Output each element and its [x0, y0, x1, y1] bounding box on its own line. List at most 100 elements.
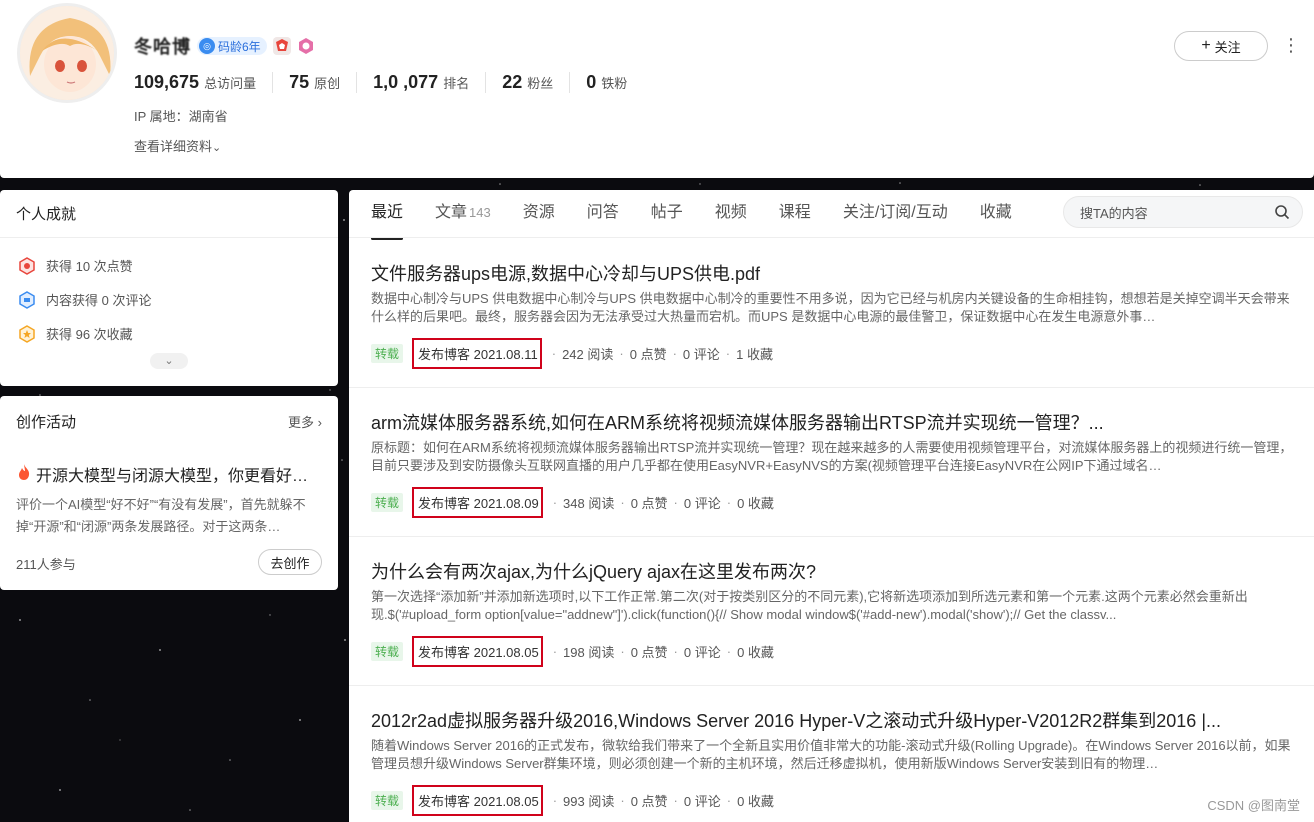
tab-favorites[interactable]: 收藏	[980, 202, 1012, 228]
repost-tag: 转载	[371, 493, 404, 512]
article-title[interactable]: 为什么会有两次ajax,为什么jQuery ajax在这里发布两次?	[371, 558, 1301, 584]
read-count: 348 阅读	[563, 496, 615, 511]
activity-participants: 211人参与	[16, 557, 76, 572]
profile-header: 冬哈博 ◎ 码龄6年 109,675 总访问量 75 原创 1,0 ,077 排…	[0, 0, 1314, 178]
article-description: 第一次选择“添加新”并添加新选项时,以下工作正常.第二次(对于按类别区分的不同元…	[371, 589, 1248, 622]
tab-videos[interactable]: 视频	[715, 202, 747, 228]
stat-value: 109,675	[134, 72, 200, 92]
stat-value: 22	[502, 72, 523, 92]
stat-label: 总访问量	[204, 76, 257, 91]
article-item[interactable]: 2012r2ad虚拟服务器升级2016,Windows Server 2016 …	[349, 685, 1314, 822]
star-badge-icon	[18, 324, 36, 343]
article-meta: 转载 发布博客 2021.08.11 · 242 阅读 · 0 点赞 · 0 评论 ·…	[371, 338, 773, 369]
tab-courses[interactable]: 课程	[779, 202, 811, 228]
view-details-link[interactable]: 查看详细资料⌄	[134, 136, 221, 155]
avatar[interactable]	[17, 3, 117, 103]
comment-badge-icon	[18, 290, 36, 309]
activity-description: 评价一个AI模型“好不好”“有没有发展”，首先就躲不掉“开源”和“闭源”两条发展…	[16, 497, 306, 534]
tab-resources[interactable]: 资源	[523, 202, 555, 228]
content-tabs: 最近 文章 143 资源 问答 帖子 视频 课程 关注/订阅/互动 收藏	[371, 202, 1044, 240]
repost-tag: 转载	[371, 791, 404, 810]
comment-count: 0 评论	[682, 347, 720, 362]
stat-label: 粉丝	[527, 76, 554, 91]
tab-label: 帖子	[650, 204, 683, 221]
article-item[interactable]: 为什么会有两次ajax,为什么jQuery ajax在这里发布两次? 第一次选择…	[349, 536, 1314, 686]
like-badge-icon	[18, 256, 36, 275]
repost-tag: 转载	[371, 642, 404, 661]
article-meta: 转载 发布博客 2021.08.05 · 198 阅读 · 0 点赞 · 0 评论 ·…	[371, 636, 774, 667]
article-title[interactable]: 2012r2ad虚拟服务器升级2016,Windows Server 2016 …	[371, 707, 1301, 733]
divider	[0, 237, 338, 238]
article-title[interactable]: 文件服务器ups电源,数据中心冷却与UPS供电.pdf	[371, 260, 1301, 286]
username-row: 冬哈博 ◎ 码龄6年	[134, 34, 315, 58]
medal-red-icon[interactable]	[272, 37, 291, 55]
watermark: CSDN @图南堂	[1207, 798, 1300, 813]
tab-posts[interactable]: 帖子	[651, 202, 683, 228]
fire-icon	[16, 463, 32, 486]
tab-label: 收藏	[979, 204, 1012, 221]
achievement-text: 获得 96 次收藏	[46, 327, 133, 342]
follow-label: 关注	[1214, 39, 1241, 55]
like-count: 0 点赞	[630, 496, 668, 511]
follow-button[interactable]: + 关注	[1174, 31, 1268, 61]
favorite-count: 0 收藏	[737, 794, 774, 809]
tab-qa[interactable]: 问答	[587, 202, 619, 228]
chevron-right-icon: ›	[317, 415, 322, 430]
favorite-count: 1 收藏	[736, 347, 773, 362]
tab-articles[interactable]: 文章 143	[435, 202, 491, 228]
profile-stats: 109,675 总访问量 75 原创 1,0 ,077 排名 22 粉丝 0 铁…	[134, 72, 643, 93]
stat-label: 铁粉	[601, 76, 628, 91]
favorite-count: 0 收藏	[737, 645, 774, 660]
tab-recent[interactable]: 最近	[371, 202, 404, 240]
article-item[interactable]: 文件服务器ups电源,数据中心冷却与UPS供电.pdf 数据中心制冷与UPS 供…	[349, 238, 1314, 388]
username[interactable]: 冬哈博	[134, 33, 191, 59]
stat-iron-fans[interactable]: 0 铁粉	[569, 72, 643, 93]
creation-activity-card: 创作活动 更多 › 开源大模型与闭源大模型，你更看好… 评价一个AI模型“好不好…	[0, 396, 338, 590]
tab-label: 关注/订阅/互动	[842, 204, 948, 221]
favorite-count: 0 收藏	[737, 496, 774, 511]
activity-title: 创作活动	[16, 414, 77, 431]
search-icon[interactable]	[1274, 204, 1290, 220]
like-count: 0 点赞	[629, 347, 667, 362]
search-input[interactable]	[1078, 203, 1262, 223]
tab-label: 最近	[371, 204, 404, 221]
medal-pink-icon[interactable]	[297, 37, 315, 55]
view-details-label: 查看详细资料	[134, 139, 213, 154]
article-meta: 转载 发布博客 2021.08.05 · 993 阅读 · 0 点赞 · 0 评论 ·…	[371, 785, 774, 816]
expand-chevron-icon[interactable]: ⌄	[150, 353, 188, 369]
tab-label: 视频	[714, 204, 747, 221]
stat-value: 0	[586, 72, 597, 92]
comment-count: 0 评论	[683, 794, 721, 809]
tab-label: 文章	[435, 204, 468, 221]
article-description: 原标题：如何在ARM系统将视频流媒体服务器输出RTSP流并实现统一管理？现在越来…	[371, 440, 1293, 473]
stat-rank[interactable]: 1,0 ,077 排名	[356, 72, 485, 93]
go-create-button[interactable]: 去创作	[258, 549, 322, 575]
publish-date: 发布博客 2021.08.05	[412, 785, 543, 816]
achievements-card: 个人成就 获得 10 次点赞 内容获得 0 次评论 获得 96 次收藏 ⌄	[0, 190, 338, 386]
achievement-favorites: 获得 96 次收藏	[18, 324, 133, 343]
code-age-badge[interactable]: ◎ 码龄6年	[197, 37, 267, 55]
comment-count: 0 评论	[683, 496, 721, 511]
article-description: 随着Windows Server 2016的正式发布，微软给我们带来了一个全新且…	[371, 738, 1291, 771]
repost-tag: 转载	[371, 344, 404, 363]
article-description: 数据中心制冷与UPS 供电数据中心制冷与UPS 供电数据中心制冷的重要性不用多说…	[371, 291, 1290, 324]
more-label: 更多	[288, 415, 315, 430]
tab-label: 课程	[778, 204, 811, 221]
article-title[interactable]: arm流媒体服务器系统,如何在ARM系统将视频流媒体服务器输出RTSP流并实现统…	[371, 409, 1301, 435]
stat-fans[interactable]: 22 粉丝	[485, 72, 569, 93]
stat-value: 1,0 ,077	[373, 72, 439, 92]
read-count: 242 阅读	[562, 347, 614, 362]
activity-headline[interactable]: 开源大模型与闭源大模型，你更看好…	[16, 462, 316, 486]
more-options-icon[interactable]: ⋮	[1282, 34, 1300, 58]
avatar-anime-girl-icon	[20, 6, 114, 100]
article-item[interactable]: arm流媒体服务器系统,如何在ARM系统将视频流媒体服务器输出RTSP流并实现统…	[349, 387, 1314, 537]
activity-more-link[interactable]: 更多 ›	[288, 412, 322, 431]
comment-count: 0 评论	[683, 645, 721, 660]
read-count: 198 阅读	[563, 645, 615, 660]
publish-date: 发布博客 2021.08.09	[412, 487, 543, 518]
stat-visits[interactable]: 109,675 总访问量	[134, 72, 272, 93]
tab-follow-subscribe[interactable]: 关注/订阅/互动	[843, 202, 948, 228]
tab-label: 问答	[586, 204, 619, 221]
tab-label: 资源	[522, 204, 555, 221]
stat-original[interactable]: 75 原创	[272, 72, 356, 93]
